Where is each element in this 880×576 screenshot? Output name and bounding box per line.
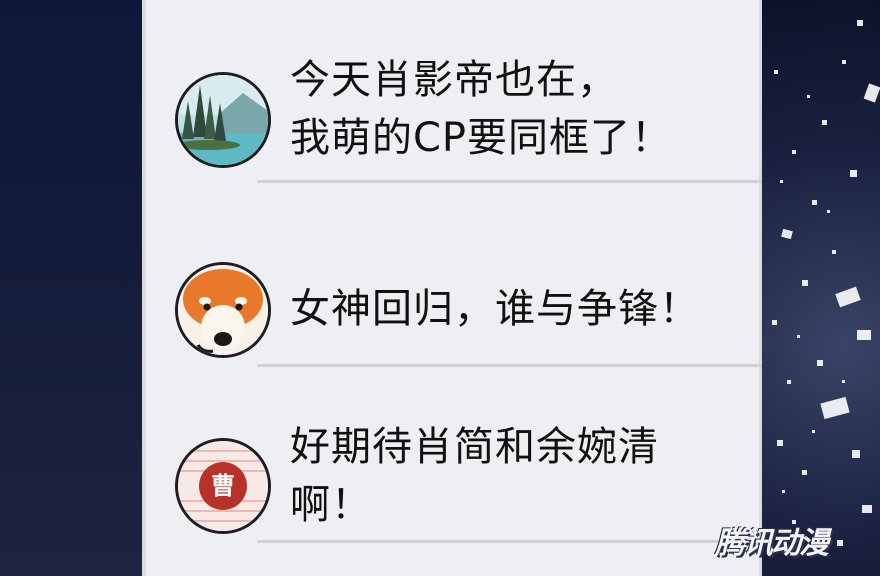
watermark-logo: 腾讯动漫 (715, 526, 829, 561)
left-background (0, 0, 142, 576)
comment-text: 今天肖影帝也在， 我萌的CP要同框了！ (290, 57, 673, 161)
landscape-lake-avatar (175, 72, 271, 168)
right-background-confetti (762, 0, 880, 576)
divider (257, 364, 762, 367)
comment-panel: 今天肖影帝也在， 我萌的CP要同框了！ 女神回归，谁与争锋！ 曹 好期待肖简和余… (142, 0, 762, 576)
shiba-dog-avatar (175, 262, 271, 358)
cao-badge-text: 曹 (211, 472, 235, 500)
comment-text: 好期待肖简和余婉清 啊！ (290, 424, 659, 528)
divider (257, 540, 762, 543)
cao-character-avatar: 曹 (175, 438, 271, 534)
comment-text: 女神回归，谁与争锋！ (290, 286, 700, 332)
divider (257, 180, 762, 183)
